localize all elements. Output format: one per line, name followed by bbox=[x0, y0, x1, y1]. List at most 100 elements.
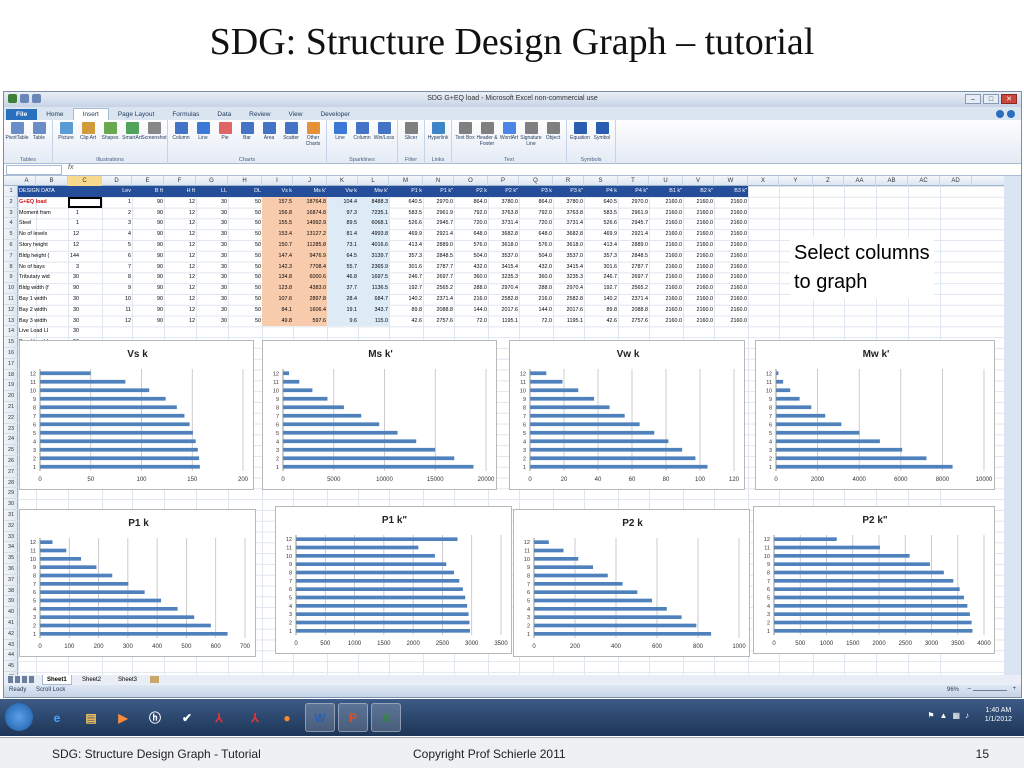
row-header-8[interactable]: 8 bbox=[4, 262, 18, 273]
col-header-d[interactable]: D bbox=[102, 176, 132, 186]
zoom-out-button[interactable]: – bbox=[968, 686, 971, 692]
name-box[interactable] bbox=[6, 165, 62, 175]
table-button[interactable]: Table bbox=[28, 122, 50, 152]
cell[interactable]: 12 bbox=[164, 262, 196, 273]
cell[interactable]: B1 k" bbox=[649, 186, 683, 197]
cell[interactable]: 50 bbox=[228, 208, 262, 219]
cell[interactable]: 90 bbox=[132, 262, 164, 273]
row-header-12[interactable]: 12 bbox=[4, 305, 18, 316]
cell[interactable]: 84.1 bbox=[262, 304, 293, 316]
row-header-42[interactable]: 42 bbox=[4, 629, 18, 640]
cell[interactable]: 2160.0 bbox=[683, 240, 714, 251]
powerpoint-icon[interactable]: P bbox=[338, 703, 368, 732]
cell[interactable]: P4 k" bbox=[618, 186, 649, 197]
cell[interactable]: 2160.0 bbox=[683, 208, 714, 219]
explorer-folder-icon[interactable]: ▤ bbox=[76, 703, 106, 732]
cell[interactable]: 50 bbox=[228, 240, 262, 251]
next-sheet-button[interactable] bbox=[22, 676, 27, 683]
row-header-44[interactable]: 44 bbox=[4, 650, 18, 662]
cell[interactable]: 301.6 bbox=[584, 262, 618, 273]
equation-button[interactable]: Equation bbox=[569, 122, 591, 152]
column-button[interactable]: Column bbox=[351, 122, 373, 152]
cell[interactable]: 30 bbox=[46, 326, 80, 337]
row-header-13[interactable]: 13 bbox=[4, 316, 18, 327]
row-header-34[interactable]: 34 bbox=[4, 542, 18, 554]
cell[interactable]: 2160.0 bbox=[649, 272, 683, 283]
cell[interactable]: 30 bbox=[46, 294, 80, 305]
cell[interactable]: 583.5 bbox=[389, 208, 423, 219]
cell[interactable]: 90 bbox=[132, 218, 164, 229]
cell[interactable]: 30 bbox=[196, 262, 228, 273]
tab-formulas[interactable]: Formulas bbox=[163, 109, 208, 120]
row-header-28[interactable]: 28 bbox=[4, 478, 18, 489]
col-header-h[interactable]: H bbox=[228, 176, 262, 186]
cell[interactable]: 3731.4 bbox=[488, 218, 519, 229]
cell[interactable]: B2 k" bbox=[683, 186, 714, 197]
cell[interactable]: 13127.2 bbox=[293, 229, 327, 240]
cell[interactable]: 3537.0 bbox=[553, 251, 584, 262]
col-header-x[interactable]: X bbox=[748, 176, 779, 186]
screenshot-button[interactable]: Screenshot bbox=[141, 122, 167, 152]
cell[interactable]: 30 bbox=[46, 305, 80, 316]
cell[interactable]: 301.6 bbox=[389, 262, 423, 273]
chart-6[interactable]: P1 k" 0 500 1000 1500 2000 2500 3000 3500 1 2 3 4 5 6 7… bbox=[275, 506, 512, 654]
cell[interactable]: 12 bbox=[164, 305, 196, 316]
cell[interactable]: 11 bbox=[102, 305, 132, 316]
wordart-button[interactable]: WordArt bbox=[498, 122, 520, 152]
cell[interactable]: 2970.4 bbox=[553, 283, 584, 294]
cell[interactable]: 150.7 bbox=[262, 240, 293, 251]
cell[interactable]: 14992.9 bbox=[293, 218, 327, 230]
cell[interactable]: 2160.0 bbox=[649, 305, 683, 316]
col-header-g[interactable]: G bbox=[196, 176, 228, 186]
line-button[interactable]: Line bbox=[192, 122, 214, 152]
cell[interactable]: 3415.4 bbox=[553, 262, 584, 273]
cell[interactable]: B3 k" bbox=[714, 186, 748, 197]
cell[interactable]: 72.0 bbox=[454, 316, 488, 327]
cell[interactable]: 2970.4 bbox=[488, 283, 519, 294]
cell[interactable]: 3 bbox=[102, 218, 132, 229]
col-header-q[interactable]: Q bbox=[519, 176, 553, 186]
cell[interactable]: H ft bbox=[164, 186, 196, 197]
shapes-button[interactable]: Shapes bbox=[99, 122, 121, 152]
cell[interactable]: 50 bbox=[228, 316, 262, 327]
cell[interactable]: 2160.0 bbox=[649, 262, 683, 273]
cell[interactable]: 2160.0 bbox=[714, 197, 748, 208]
cell[interactable]: Lev bbox=[102, 186, 132, 197]
cell[interactable]: 49.8 bbox=[262, 315, 293, 327]
cell[interactable]: 42.6 bbox=[389, 316, 423, 327]
row-header-1[interactable]: 1 bbox=[4, 186, 18, 197]
cell[interactable]: 9476.9 bbox=[293, 250, 327, 262]
cell[interactable]: 720.0 bbox=[454, 218, 488, 229]
cell[interactable]: 2160.0 bbox=[714, 316, 748, 327]
cell[interactable]: 526.6 bbox=[584, 218, 618, 229]
area-button[interactable]: Area bbox=[258, 122, 280, 152]
pivottable-button[interactable]: PivotTable bbox=[5, 122, 29, 152]
cell[interactable]: 2160.0 bbox=[649, 294, 683, 305]
cell[interactable]: 18764.8 bbox=[293, 196, 327, 208]
chart-3[interactable]: Vw k 0 20 40 60 80 100 120 1 2 3 4 5 6 7 8 9 10 11 12 bbox=[509, 340, 745, 490]
row-header-16[interactable]: 16 bbox=[4, 348, 18, 359]
network-icon[interactable]: ▦ bbox=[952, 711, 960, 720]
col-header-r[interactable]: R bbox=[553, 176, 584, 186]
col-header-v[interactable]: V bbox=[683, 176, 714, 186]
cell[interactable]: 648.0 bbox=[519, 229, 553, 240]
cell[interactable]: 7708.4 bbox=[293, 261, 327, 273]
cell[interactable]: 2160.0 bbox=[714, 229, 748, 240]
cell[interactable]: 55.7 bbox=[327, 261, 358, 273]
column-button[interactable]: Column bbox=[170, 122, 192, 152]
cell[interactable]: 2160.0 bbox=[683, 229, 714, 240]
cell[interactable]: 12 bbox=[164, 316, 196, 327]
row-header-6[interactable]: 6 bbox=[4, 240, 18, 251]
cell[interactable]: 2970.0 bbox=[618, 197, 649, 208]
cell[interactable]: Ms k' bbox=[293, 186, 327, 197]
show-hidden-icon[interactable]: ▲ bbox=[940, 711, 948, 720]
cell[interactable]: 12 bbox=[164, 294, 196, 305]
row-header-40[interactable]: 40 bbox=[4, 607, 18, 618]
cell[interactable]: 2160.0 bbox=[649, 316, 683, 327]
cell[interactable]: 3415.4 bbox=[488, 262, 519, 273]
cell[interactable]: 140.2 bbox=[389, 294, 423, 305]
cell[interactable]: 30 bbox=[46, 272, 80, 283]
cell[interactable]: 2160.0 bbox=[683, 251, 714, 262]
cell[interactable]: 2757.6 bbox=[423, 316, 454, 327]
cell[interactable]: 50 bbox=[228, 218, 262, 229]
